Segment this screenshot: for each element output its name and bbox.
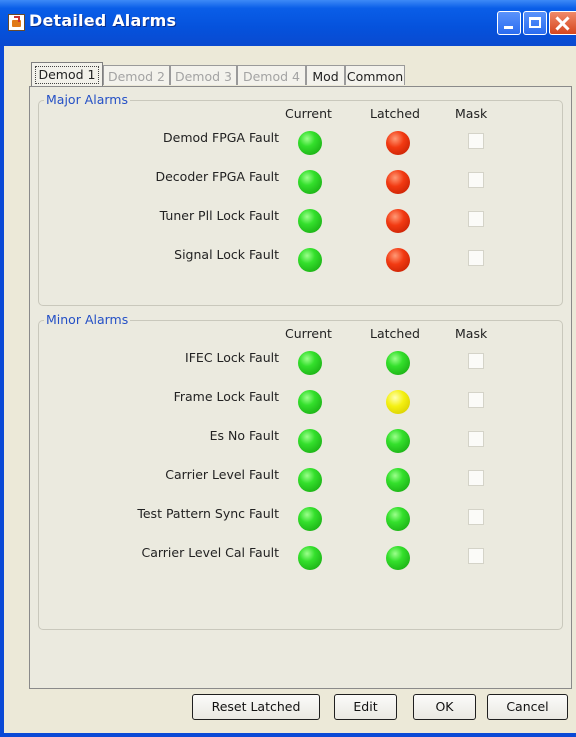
major-mask-header: Mask — [455, 106, 488, 121]
minor-current-status-led — [298, 468, 322, 492]
minor-mask-checkbox — [468, 548, 484, 564]
major-current-status-led — [298, 209, 322, 233]
tab-demod-4-label: Demod 4 — [242, 69, 300, 84]
minor-latched-status-led — [386, 351, 410, 375]
minor-alarm-label: Test Pattern Sync Fault — [137, 506, 279, 521]
minor-latched-status-led — [386, 507, 410, 531]
tab-demod-2-label: Demod 2 — [107, 69, 165, 84]
major-latched-status-led — [386, 248, 410, 272]
major-alarms-title: Major Alarms — [44, 92, 130, 107]
reset-latched-button[interactable]: Reset Latched — [192, 694, 320, 720]
major-current-status-led — [298, 131, 322, 155]
window-client-area: Demod 1 Demod 2 Demod 3 Demod 4 Mod Comm… — [4, 46, 576, 733]
java-app-icon — [8, 14, 25, 31]
tab-mod[interactable]: Mod — [306, 65, 345, 85]
minor-alarm-label: Frame Lock Fault — [173, 389, 279, 404]
major-alarm-label: Tuner Pll Lock Fault — [159, 208, 279, 223]
major-alarm-label: Decoder FPGA Fault — [155, 169, 279, 184]
minor-mask-checkbox — [468, 392, 484, 408]
major-current-status-led — [298, 248, 322, 272]
major-latched-status-led — [386, 131, 410, 155]
cancel-button[interactable]: Cancel — [487, 694, 568, 720]
minor-alarm-label: Carrier Level Cal Fault — [141, 545, 279, 560]
minor-latched-status-led — [386, 546, 410, 570]
minor-mask-header: Mask — [455, 326, 488, 341]
minor-current-status-led — [298, 507, 322, 531]
minor-mask-checkbox — [468, 431, 484, 447]
tab-demod-1[interactable]: Demod 1 — [31, 62, 103, 86]
tab-common-label: Common — [346, 69, 404, 84]
window-title: Detailed Alarms — [29, 11, 177, 30]
minor-mask-checkbox — [468, 353, 484, 369]
minor-mask-checkbox — [468, 509, 484, 525]
minor-alarm-label: Carrier Level Fault — [165, 467, 279, 482]
major-current-status-led — [298, 170, 322, 194]
title-bar[interactable]: Detailed Alarms — [0, 0, 576, 46]
major-mask-checkbox — [468, 133, 484, 149]
major-alarms-group: Major Alarms Current Latched Mask Demod … — [38, 92, 563, 306]
major-mask-checkbox — [468, 211, 484, 227]
tab-common[interactable]: Common — [345, 65, 405, 85]
major-mask-checkbox — [468, 172, 484, 188]
tab-mod-label: Mod — [312, 69, 339, 84]
minor-latched-status-led — [386, 390, 410, 414]
tab-demod-4: Demod 4 — [237, 65, 306, 85]
major-latched-status-led — [386, 209, 410, 233]
tab-demod-3: Demod 3 — [170, 65, 237, 85]
minor-alarms-group: Minor Alarms Current Latched Mask IFEC L… — [38, 312, 563, 630]
minor-current-status-led — [298, 351, 322, 375]
minor-current-header: Current — [285, 326, 332, 341]
minor-mask-checkbox — [468, 470, 484, 486]
minor-latched-status-led — [386, 429, 410, 453]
minor-alarm-label: IFEC Lock Fault — [185, 350, 279, 365]
close-button[interactable] — [549, 11, 576, 35]
major-alarm-label: Signal Lock Fault — [174, 247, 279, 262]
tab-demod-3-label: Demod 3 — [174, 69, 232, 84]
minor-alarm-label: Es No Fault — [209, 428, 279, 443]
detailed-alarms-window: Detailed Alarms Demod 1 Demod 2 Demod 3 … — [0, 0, 576, 737]
major-alarm-label: Demod FPGA Fault — [163, 130, 279, 145]
minor-latched-status-led — [386, 468, 410, 492]
major-latched-status-led — [386, 170, 410, 194]
minor-alarms-title: Minor Alarms — [44, 312, 131, 327]
maximize-button[interactable] — [523, 11, 547, 35]
demod-1-panel: Major Alarms Current Latched Mask Demod … — [29, 86, 572, 689]
minor-current-status-led — [298, 546, 322, 570]
tab-demod-1-label: Demod 1 — [35, 66, 99, 84]
ok-button[interactable]: OK — [413, 694, 476, 720]
major-latched-header: Latched — [370, 106, 420, 121]
minimize-button[interactable] — [497, 11, 521, 35]
tab-demod-2: Demod 2 — [103, 65, 170, 85]
minor-current-status-led — [298, 429, 322, 453]
major-mask-checkbox — [468, 250, 484, 266]
minor-latched-header: Latched — [370, 326, 420, 341]
major-current-header: Current — [285, 106, 332, 121]
minor-current-status-led — [298, 390, 322, 414]
edit-button[interactable]: Edit — [334, 694, 397, 720]
